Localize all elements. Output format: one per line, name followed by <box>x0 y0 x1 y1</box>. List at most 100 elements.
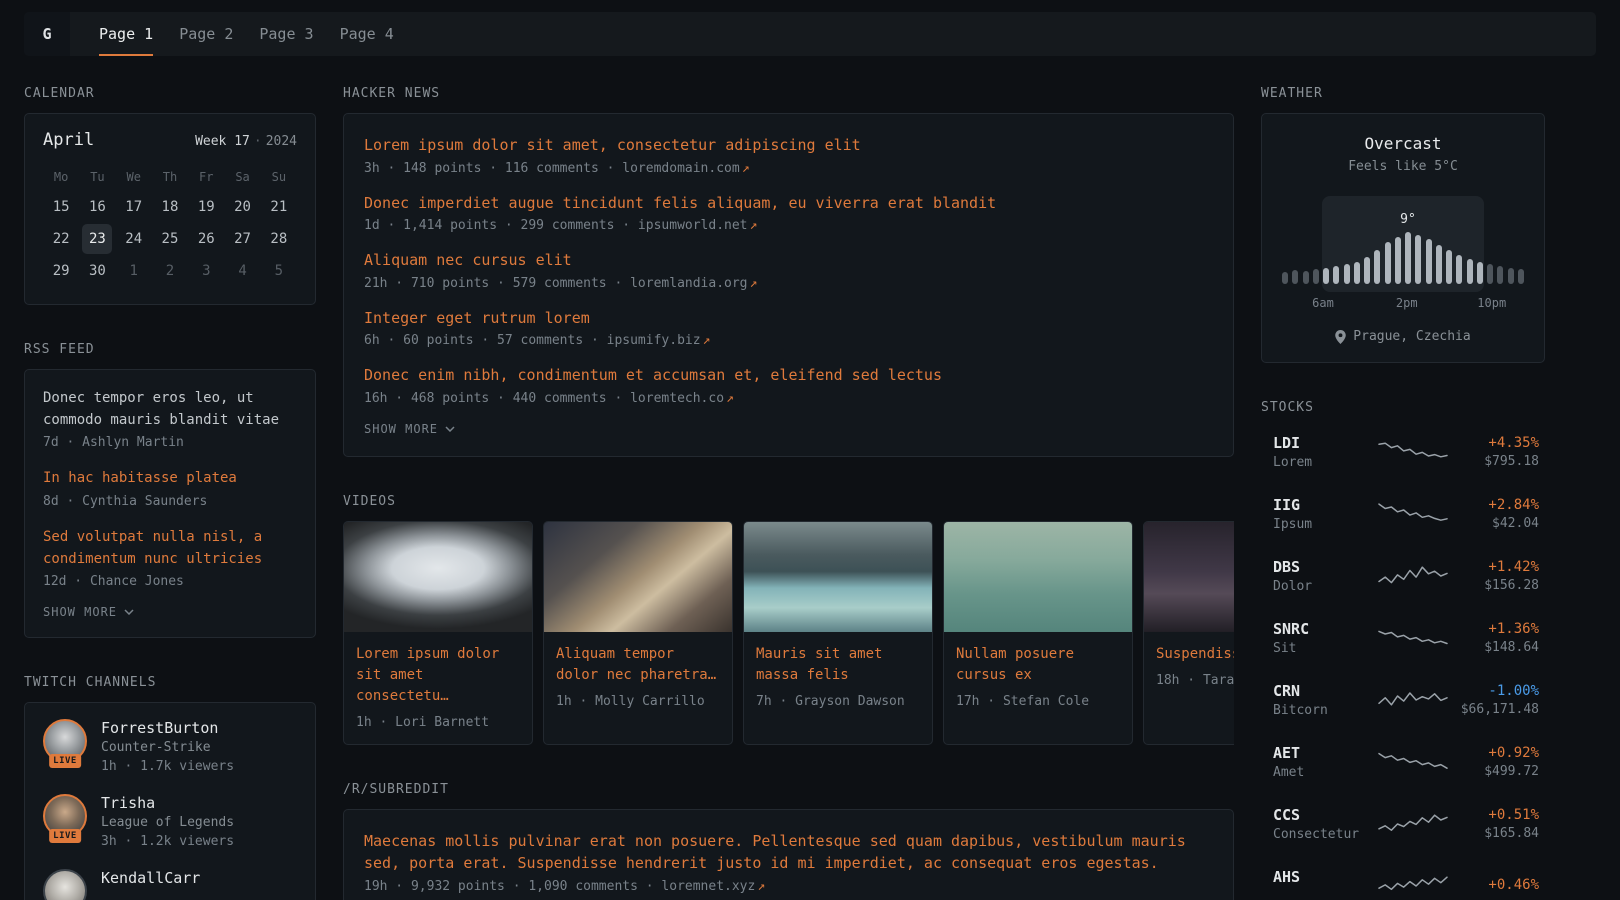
page-tab[interactable]: Page 4 <box>327 12 407 56</box>
video-title[interactable]: Aliquam tempor dolor nec pharetra… <box>556 644 720 686</box>
videos-row[interactable]: Lorem ipsum dolor sit amet consectetu… 1… <box>343 521 1234 745</box>
twitch-channel[interactable]: KendallCarr <box>43 869 297 900</box>
calendar-day: 3 <box>191 256 221 286</box>
hn-item-meta: 3h · 148 points · 116 comments · loremdo… <box>364 161 1213 176</box>
twitch-card: LIVE ForrestBurton Counter-Strike 1h · 1… <box>24 702 316 900</box>
hacker-news-card: Lorem ipsum dolor sit amet, consectetur … <box>343 113 1234 457</box>
hn-show-more-button[interactable]: SHOW MORE <box>364 422 455 436</box>
hn-item: Aliquam nec cursus elit 21h · 710 points… <box>364 249 1213 291</box>
app-logo[interactable]: G <box>24 12 70 56</box>
weather-bar <box>1292 270 1298 284</box>
hn-item-stats: 6h · 60 points · 57 comments · ipsumify.… <box>364 333 701 348</box>
channel-name[interactable]: ForrestBurton <box>101 719 234 737</box>
page-tab[interactable]: Page 2 <box>166 12 246 56</box>
video-thumbnail[interactable] <box>744 522 932 632</box>
weather-bar <box>1354 262 1360 284</box>
weather-bar: 9° <box>1405 232 1411 284</box>
video-thumbnail[interactable] <box>344 522 532 632</box>
external-link-icon: ↗ <box>703 333 711 348</box>
video-card[interactable]: Mauris sit amet massa felis 7h · Grayson… <box>743 521 933 745</box>
stock-row[interactable]: IIG Ipsum +2.84% $42.04 <box>1261 483 1545 545</box>
stock-row[interactable]: SNRC Sit +1.36% $148.64 <box>1261 607 1545 669</box>
video-thumbnail[interactable] <box>544 522 732 632</box>
weather-bar <box>1426 239 1432 284</box>
video-thumbnail[interactable] <box>944 522 1132 632</box>
calendar-day: 2 <box>155 256 185 286</box>
hn-item-link[interactable]: Donec enim nibh, condimentum et accumsan… <box>364 364 1213 387</box>
rss-item-link[interactable]: Donec tempor eros leo, ut commodo mauris… <box>43 388 297 431</box>
calendar-day: 21 <box>264 192 294 222</box>
video-title[interactable]: Mauris sit amet massa felis <box>756 644 920 686</box>
weather-time-label: 2pm <box>1396 296 1418 310</box>
video-thumbnail[interactable] <box>1144 522 1234 632</box>
stock-sparkline <box>1377 685 1449 715</box>
channel-meta: 3h · 1.2k viewers <box>101 834 234 849</box>
rss-show-more-button[interactable]: SHOW MORE <box>43 605 134 619</box>
calendar-card: April Week 17·2024 MoTuWeThFrSaSu 15 16 … <box>24 113 316 305</box>
weather-time-label: 10pm <box>1477 296 1506 310</box>
hn-item-link[interactable]: Donec imperdiet augue tincidunt felis al… <box>364 192 1213 215</box>
page-tab[interactable]: Page 1 <box>86 12 166 56</box>
page-tab[interactable]: Page 3 <box>246 12 326 56</box>
rss-item-link[interactable]: Sed volutpat nulla nisl, a condimentum n… <box>43 527 297 570</box>
channel-game: Counter-Strike <box>101 740 234 755</box>
video-card[interactable]: Suspendisse diam 18h · Tara <box>1143 521 1234 745</box>
video-title[interactable]: Suspendisse diam <box>1156 644 1234 665</box>
live-badge: LIVE <box>49 754 81 768</box>
avatar: LIVE <box>43 719 87 763</box>
stock-change: +2.84% <box>1449 497 1539 513</box>
stock-change: +1.36% <box>1449 621 1539 637</box>
hn-item-link[interactable]: Integer eget rutrum lorem <box>364 307 1213 330</box>
stock-row[interactable]: DBS Dolor +1.42% $156.28 <box>1261 545 1545 607</box>
page-tab-label: Page 2 <box>179 25 233 43</box>
rss-items: Donec tempor eros leo, ut commodo mauris… <box>43 388 297 589</box>
top-navbar: G Page 1 Page 2 Page 3 Page 4 <box>24 12 1596 56</box>
video-body: Aliquam tempor dolor nec pharetra… 1h · … <box>544 632 732 723</box>
video-body: Lorem ipsum dolor sit amet consectetu… 1… <box>344 632 532 744</box>
weather-times: 6am 2pm 10pm <box>1278 296 1528 311</box>
channel-name[interactable]: KendallCarr <box>101 869 200 887</box>
stock-row[interactable]: AET Amet +0.92% $499.72 <box>1261 731 1545 793</box>
calendar-day: 30 <box>82 256 112 286</box>
twitch-channel[interactable]: LIVE Trisha League of Legends 3h · 1.2k … <box>43 794 297 849</box>
avatar <box>43 869 87 900</box>
calendar-day: 5 <box>264 256 294 286</box>
stock-name: Ipsum <box>1273 517 1377 532</box>
video-title[interactable]: Nullam posuere cursus ex <box>956 644 1120 686</box>
video-card[interactable]: Nullam posuere cursus ex 17h · Stefan Co… <box>943 521 1133 745</box>
stock-change: +0.51% <box>1449 807 1539 823</box>
rss-item-meta: 12d · Chance Jones <box>43 574 297 589</box>
stock-id: LDI Lorem <box>1273 434 1377 470</box>
calendar-day: 27 <box>228 224 258 254</box>
weather-bars: 9° <box>1282 206 1524 284</box>
rss-item: In hac habitasse platea 8d · Cynthia Sau… <box>43 468 297 509</box>
stock-row[interactable]: AHS +0.46% <box>1261 855 1545 900</box>
video-title[interactable]: Lorem ipsum dolor sit amet consectetu… <box>356 644 520 707</box>
stock-name <box>1273 889 1377 900</box>
weather-bar <box>1374 250 1380 284</box>
subreddit-item-link[interactable]: Maecenas mollis pulvinar erat non posuer… <box>364 830 1213 875</box>
channel-info: Trisha League of Legends 3h · 1.2k viewe… <box>101 794 234 849</box>
stock-row[interactable]: CRN Bitcorn -1.00% $66,171.48 <box>1261 669 1545 731</box>
hn-item-meta: 21h · 710 points · 579 comments · loreml… <box>364 276 1213 291</box>
weather-time-label: 6am <box>1312 296 1334 310</box>
channel-name[interactable]: Trisha <box>101 794 234 812</box>
hacker-news-widget: HACKER NEWS Lorem ipsum dolor sit amet, … <box>343 86 1234 457</box>
chevron-down-icon <box>124 609 134 615</box>
page-tab-label: Page 1 <box>99 25 153 43</box>
calendar-days-grid: 15 16 17 18 19 20 21 22 <box>43 192 297 286</box>
weather-bar <box>1344 264 1350 284</box>
weather-bar <box>1323 268 1329 284</box>
stock-row[interactable]: CCS Consectetur +0.51% $165.84 <box>1261 793 1545 855</box>
stock-row[interactable]: LDI Lorem +4.35% $795.18 <box>1261 421 1545 483</box>
stock-name: Dolor <box>1273 579 1377 594</box>
rss-item-link[interactable]: In hac habitasse platea <box>43 468 297 490</box>
hn-item-link[interactable]: Aliquam nec cursus elit <box>364 249 1213 272</box>
calendar-month: April <box>43 130 94 150</box>
video-card[interactable]: Lorem ipsum dolor sit amet consectetu… 1… <box>343 521 533 745</box>
hn-item-link[interactable]: Lorem ipsum dolor sit amet, consectetur … <box>364 134 1213 157</box>
video-card[interactable]: Aliquam tempor dolor nec pharetra… 1h · … <box>543 521 733 745</box>
weather-bar <box>1446 250 1452 284</box>
twitch-channel[interactable]: LIVE ForrestBurton Counter-Strike 1h · 1… <box>43 719 297 774</box>
hn-item: Donec imperdiet augue tincidunt felis al… <box>364 192 1213 234</box>
